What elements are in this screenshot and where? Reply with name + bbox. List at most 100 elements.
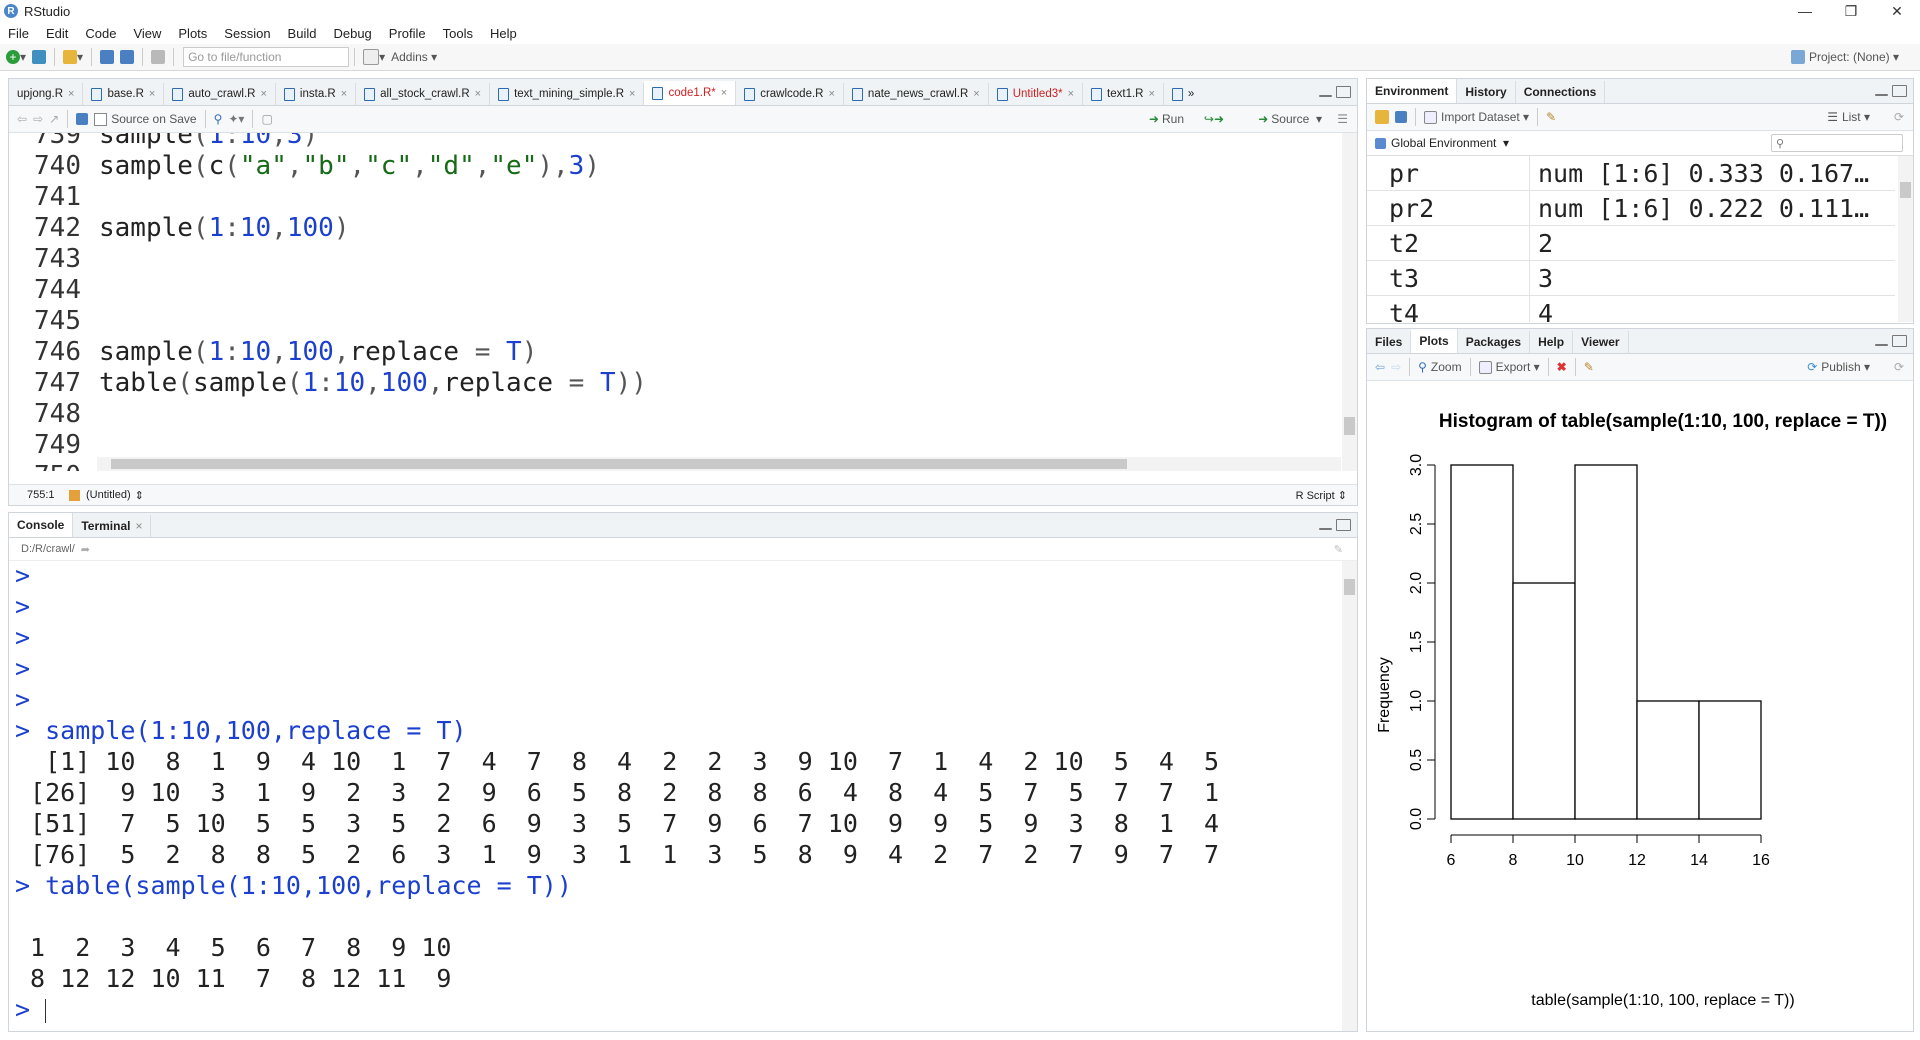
pane-layout-button[interactable]: ▾ — [363, 47, 385, 67]
close-tab-icon[interactable]: × — [1068, 88, 1074, 100]
save-workspace-button[interactable] — [1395, 107, 1407, 127]
environment-scope-selector[interactable]: Global Environment ▾ — [1375, 136, 1509, 150]
scroll-thumb[interactable] — [1344, 417, 1355, 435]
clear-plots-broom-icon[interactable]: ✎ — [1584, 357, 1594, 377]
close-window-button[interactable]: ✕ — [1874, 0, 1920, 22]
goto-directory-icon[interactable]: ➦ — [81, 543, 90, 556]
h-scroll-thumb[interactable] — [111, 459, 1127, 469]
menu-tools[interactable]: Tools — [435, 26, 482, 41]
view-mode-selector[interactable]: ☰ List ▾ — [1827, 107, 1870, 127]
editor-tab-untitled3[interactable]: Untitled3* × — [989, 83, 1084, 105]
editor-tab-upjong[interactable]: upjong.R × — [9, 83, 84, 105]
menu-session[interactable]: Session — [216, 26, 279, 41]
rerun-button[interactable]: ↪➜ — [1204, 109, 1224, 129]
environment-search-input[interactable]: ⚲ — [1771, 134, 1903, 152]
menu-plots[interactable]: Plots — [170, 26, 216, 41]
close-tab-icon[interactable]: × — [475, 88, 481, 100]
menu-debug[interactable]: Debug — [325, 26, 380, 41]
environment-row[interactable]: pr num [1:6] 0.333 0.167… — [1367, 156, 1895, 191]
maximize-pane-icon[interactable] — [1336, 86, 1351, 98]
tab-packages[interactable]: Packages — [1458, 331, 1531, 353]
close-tab-icon[interactable]: × — [68, 88, 74, 100]
menu-file[interactable]: File — [0, 26, 38, 41]
editor-tab-text-mining-simple[interactable]: text_mining_simple.R × — [490, 83, 645, 105]
show-in-window-icon[interactable]: ↗ — [49, 109, 59, 129]
tab-connections[interactable]: Connections — [1516, 81, 1606, 103]
compile-report-icon[interactable]: ▢ — [261, 109, 272, 129]
close-tab-icon[interactable]: × — [973, 88, 979, 100]
close-tab-icon[interactable]: × — [135, 519, 142, 533]
clear-workspace-broom-icon[interactable]: ✎ — [1546, 107, 1556, 127]
editor-tab-code1[interactable]: code1.R* × — [644, 81, 737, 105]
editor-tab-nate-news-crawl[interactable]: nate_news_crawl.R × — [844, 83, 989, 105]
minimize-pane-icon[interactable] — [1319, 95, 1332, 97]
menu-code[interactable]: Code — [77, 26, 125, 41]
editor-tab-all-stock-crawl[interactable]: all_stock_crawl.R × — [356, 83, 491, 105]
tab-files[interactable]: Files — [1367, 331, 1412, 353]
tab-viewer[interactable]: Viewer — [1573, 331, 1629, 353]
environment-row[interactable]: pr2 num [1:6] 0.222 0.111… — [1367, 191, 1895, 226]
previous-plot-icon[interactable]: ⇦ — [1375, 357, 1385, 377]
menu-help[interactable]: Help — [482, 26, 526, 41]
environment-row[interactable]: t4 4 — [1367, 296, 1895, 322]
save-file-button[interactable] — [76, 109, 89, 129]
tab-history[interactable]: History — [1457, 81, 1516, 103]
restore-window-button[interactable]: ❐ — [1828, 0, 1874, 22]
minimize-pane-icon[interactable] — [1875, 344, 1888, 346]
file-type-selector[interactable]: R Script ⇕ — [1296, 489, 1347, 502]
editor-tab-crawlcode[interactable]: crawlcode.R × — [736, 83, 844, 105]
print-button[interactable] — [151, 47, 166, 67]
menu-profile[interactable]: Profile — [381, 26, 435, 41]
close-tab-icon[interactable]: × — [721, 87, 727, 99]
editor-tab-text1[interactable]: text1.R × — [1083, 83, 1164, 105]
close-tab-icon[interactable]: × — [629, 88, 635, 100]
minimize-pane-icon[interactable] — [1875, 94, 1888, 96]
import-dataset-button[interactable]: Import Dataset ▾ — [1424, 107, 1529, 127]
refresh-icon[interactable]: ⟳ — [1894, 357, 1904, 377]
console-output[interactable]: > > > > > > sample(1:10,100,replace = T) [1] … — [9, 561, 1357, 1031]
close-tab-icon[interactable]: × — [828, 88, 834, 100]
menu-edit[interactable]: Edit — [38, 26, 77, 41]
menu-build[interactable]: Build — [280, 26, 326, 41]
run-button[interactable]: ➜ Run — [1149, 109, 1184, 129]
zoom-button[interactable]: ⚲ Zoom — [1418, 357, 1461, 377]
export-button[interactable]: Export ▾ — [1478, 357, 1540, 377]
publish-button[interactable]: ⟳ Publish ▾ — [1807, 357, 1870, 377]
save-button[interactable] — [100, 47, 115, 67]
next-plot-icon[interactable]: ⇨ — [1391, 357, 1401, 377]
tab-console[interactable]: Console — [9, 513, 74, 537]
console-vertical-scrollbar[interactable] — [1342, 561, 1357, 1031]
load-workspace-button[interactable] — [1375, 107, 1389, 127]
more-tabs-button[interactable]: » — [1164, 83, 1202, 105]
new-project-button[interactable] — [32, 47, 47, 67]
maximize-pane-icon[interactable] — [1892, 85, 1907, 97]
minimize-pane-icon[interactable] — [1319, 528, 1332, 530]
refresh-icon[interactable]: ⟳ — [1894, 107, 1904, 127]
maximize-pane-icon[interactable] — [1892, 335, 1907, 347]
editor-tab-insta[interactable]: insta.R × — [276, 83, 357, 105]
tab-terminal[interactable]: Terminal × — [73, 515, 152, 537]
scope-selector[interactable]: (Untitled) — [86, 489, 131, 501]
menu-view[interactable]: View — [125, 26, 170, 41]
tab-help[interactable]: Help — [1530, 331, 1574, 353]
editor-tab-base[interactable]: base.R × — [83, 83, 165, 105]
close-tab-icon[interactable]: × — [260, 88, 266, 100]
source-button[interactable]: ➜ Source ▾ — [1258, 109, 1322, 129]
document-outline-icon[interactable]: ☰ — [1337, 109, 1348, 129]
code-tools-wand-icon[interactable]: ✦▾ — [228, 109, 244, 129]
environment-row[interactable]: t2 2 — [1367, 226, 1895, 261]
environment-vertical-scrollbar[interactable] — [1898, 156, 1913, 322]
clear-console-broom-icon[interactable]: ✎ — [1334, 543, 1343, 556]
addins-button[interactable]: Addins ▾ — [391, 47, 437, 67]
search-icon[interactable]: ⚲ — [214, 109, 223, 129]
close-tab-icon[interactable]: × — [1148, 88, 1154, 100]
environment-row[interactable]: t3 3 — [1367, 261, 1895, 296]
source-on-save-checkbox[interactable]: Source on Save — [94, 109, 197, 129]
code-editor[interactable]: 739 sample(1:10,3) 740 sample(c("a","b","c"… — [9, 133, 1357, 471]
open-file-button[interactable]: ▾ — [63, 47, 83, 67]
forward-arrow-icon[interactable]: ⇨ — [33, 109, 43, 129]
back-arrow-icon[interactable]: ⇦ — [17, 109, 27, 129]
goto-file-input[interactable]: Go to file/function — [183, 47, 350, 67]
editor-horizontal-scrollbar[interactable] — [97, 457, 1341, 471]
maximize-pane-icon[interactable] — [1336, 519, 1351, 531]
